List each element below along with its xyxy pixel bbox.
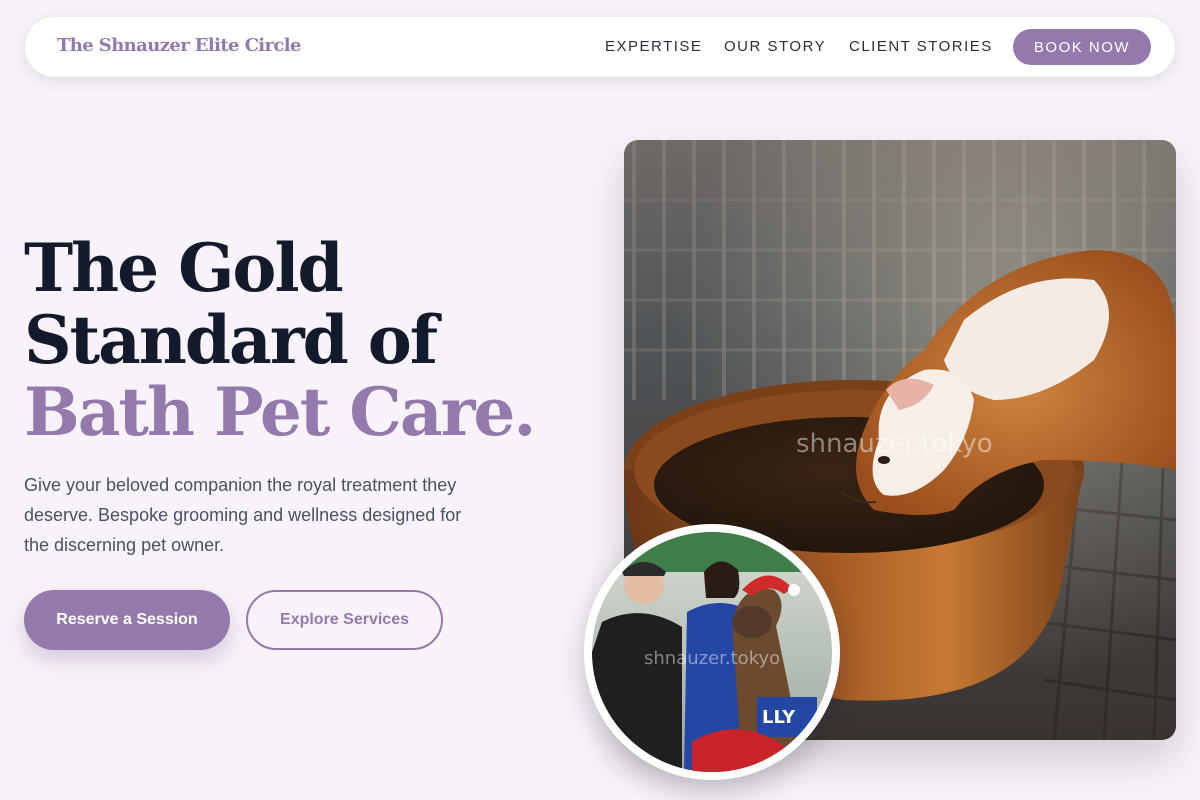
brand-logo[interactable]: The Shnauzer Elite Circle (57, 35, 301, 56)
main-image-watermark: shnauzer.tokyo (796, 429, 993, 459)
hero-title-line-1: The Gold (24, 229, 344, 307)
nav-link-expertise[interactable]: EXPERTISE (605, 38, 702, 55)
hero-secondary-image: LLY shnauzer.tokyo (584, 524, 840, 780)
reserve-session-button[interactable]: Reserve a Session (24, 590, 230, 650)
nav-link-our-story[interactable]: OUR STORY (724, 38, 826, 55)
circle-image-watermark: shnauzer.tokyo (644, 648, 780, 669)
hero-description: Give your beloved companion the royal tr… (24, 475, 462, 555)
book-now-button[interactable]: BOOK NOW (1013, 29, 1151, 65)
hero-title-accent: Bath Pet Care. (24, 373, 536, 451)
alpaca-sign-text: LLY (762, 707, 796, 728)
alpaca-event-photo: LLY shnauzer.tokyo (592, 532, 832, 772)
explore-services-button[interactable]: Explore Services (246, 590, 443, 650)
top-navigation-bar: The Shnauzer Elite Circle EXPERTISE OUR … (25, 17, 1175, 77)
nav-link-client-stories[interactable]: CLIENT STORIES (849, 38, 993, 55)
hero-title-line-2: Standard of (24, 301, 438, 379)
hero-title: The Gold Standard of Bath Pet Care. (24, 232, 584, 448)
